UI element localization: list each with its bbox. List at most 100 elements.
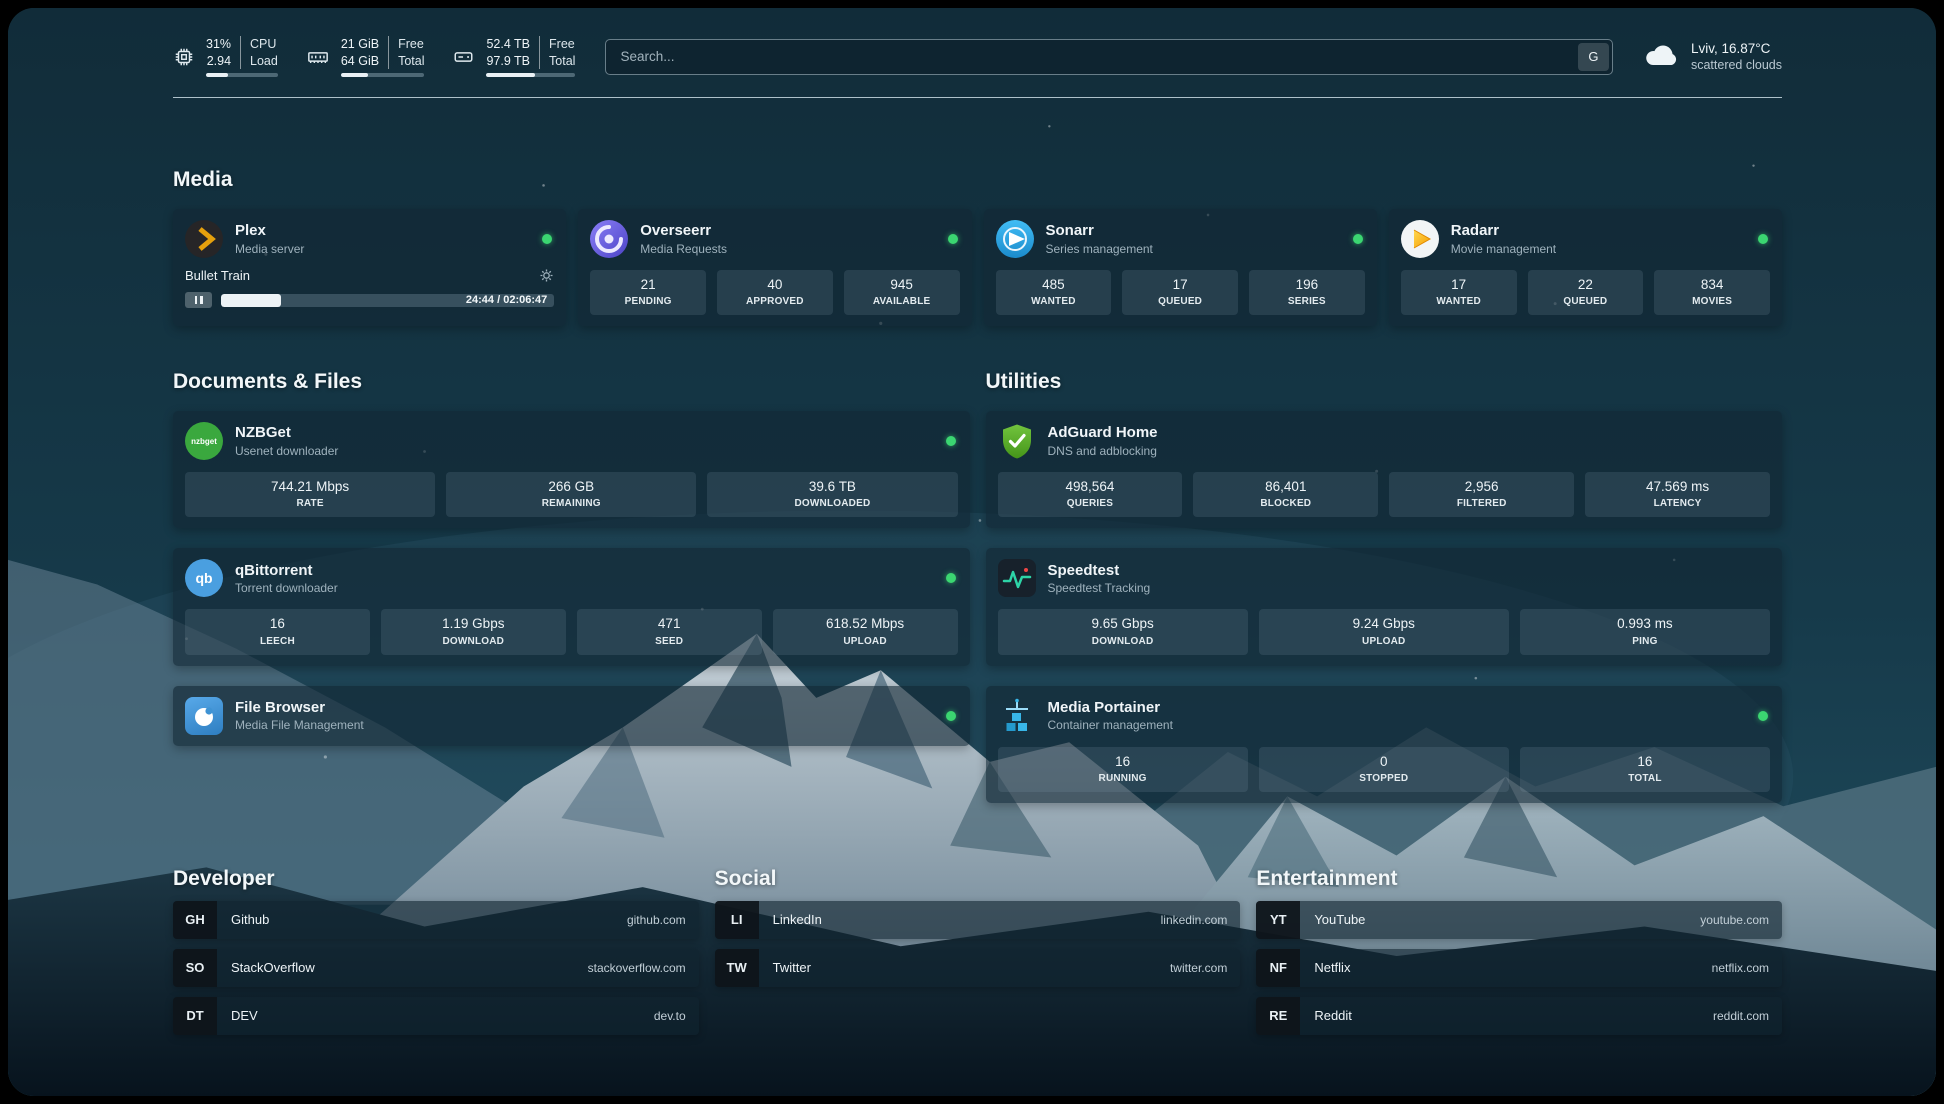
status-dot xyxy=(946,436,956,446)
bookmark-reddit[interactable]: RE Reddit reddit.com xyxy=(1256,997,1782,1035)
cpu-label-top: CPU xyxy=(240,36,278,53)
stat-ping: 0.993 ms PING xyxy=(1520,609,1770,654)
weather-widget: Lviv, 16.87°C scattered clouds xyxy=(1643,41,1782,72)
bookmark-dev[interactable]: DT DEV dev.to xyxy=(173,997,699,1035)
social-group: Social LI LinkedIn linkedin.com TW Twitt… xyxy=(715,867,1241,1035)
app-subtitle: Speedtest Tracking xyxy=(1048,581,1771,595)
media-section-title: Media xyxy=(173,168,1782,192)
portainer-icon xyxy=(998,697,1036,735)
overseerr-card[interactable]: Overseerr Media Requests 21 PENDING 40 A… xyxy=(578,209,971,326)
app-subtitle: Series management xyxy=(1046,242,1341,256)
reddit-icon: RE xyxy=(1256,997,1300,1035)
playback-progress-bar[interactable]: 24:44 / 02:06:47 xyxy=(221,294,554,307)
memory-total-value: 64 GiB xyxy=(341,53,388,70)
speedtest-card[interactable]: Speedtest Speedtest Tracking 9.65 Gbps D… xyxy=(986,548,1783,665)
pause-button[interactable] xyxy=(185,292,212,308)
utilities-section-title: Utilities xyxy=(986,370,1783,394)
stat-wanted: 17 WANTED xyxy=(1401,270,1517,315)
cloud-icon xyxy=(1643,41,1679,72)
stat-available: 945 AVAILABLE xyxy=(844,270,960,315)
nzbget-card[interactable]: nzbget NZBGet Usenet downloader 744.21 M… xyxy=(173,411,970,528)
search-input[interactable] xyxy=(605,39,1613,75)
memory-readout: 21 GiB Free 64 GiB Total xyxy=(341,36,425,77)
status-dot xyxy=(1758,711,1768,721)
app-subtitle: Media Requests xyxy=(640,242,935,256)
bookmark-github[interactable]: GH Github github.com xyxy=(173,901,699,939)
stackoverflow-icon: SO xyxy=(173,949,217,987)
filebrowser-card[interactable]: File Browser Media File Management xyxy=(173,686,970,746)
bookmark-url: reddit.com xyxy=(1713,1009,1769,1023)
overseerr-icon xyxy=(590,220,628,258)
app-subtitle: Container management xyxy=(1048,718,1747,732)
plex-card[interactable]: Plex Media server Bullet Train xyxy=(173,209,566,326)
storage-free-value: 52.4 TB xyxy=(486,36,539,53)
storage-total-value: 97.9 TB xyxy=(486,53,539,70)
adguard-icon xyxy=(998,422,1036,460)
cpu-metric: 31% CPU 2.94 Load xyxy=(173,36,278,77)
developer-section-title: Developer xyxy=(173,867,699,891)
stat-movies: 834 MOVIES xyxy=(1654,270,1770,315)
sonarr-card[interactable]: Sonarr Series management 485 WANTED 17 Q… xyxy=(984,209,1377,326)
app-title: Media Portainer xyxy=(1048,699,1747,718)
bookmark-url: stackoverflow.com xyxy=(588,961,686,975)
app-title: File Browser xyxy=(235,699,934,718)
cpu-label-bottom: Load xyxy=(240,53,278,70)
app-title: Radarr xyxy=(1451,222,1746,241)
cpu-readout: 31% CPU 2.94 Load xyxy=(206,36,278,77)
stat-upload: 618.52 Mbps UPLOAD xyxy=(773,609,958,654)
bookmark-stackoverflow[interactable]: SO StackOverflow stackoverflow.com xyxy=(173,949,699,987)
adguard-card[interactable]: AdGuard Home DNS and adblocking 498,564 … xyxy=(986,411,1783,528)
memory-label-top: Free xyxy=(388,36,424,53)
search-bar: G xyxy=(605,39,1613,75)
bookmark-youtube[interactable]: YT YouTube youtube.com xyxy=(1256,901,1782,939)
app-title: Plex xyxy=(235,222,530,241)
bookmark-name: Github xyxy=(231,912,627,927)
stat-rate: 744.21 Mbps RATE xyxy=(185,472,435,517)
bookmark-url: netflix.com xyxy=(1712,961,1769,975)
bookmark-linkedin[interactable]: LI LinkedIn linkedin.com xyxy=(715,901,1241,939)
bookmark-url: linkedin.com xyxy=(1161,913,1228,927)
status-dot xyxy=(946,573,956,583)
storage-label-top: Free xyxy=(539,36,575,53)
youtube-icon: YT xyxy=(1256,901,1300,939)
stat-stopped: 0 STOPPED xyxy=(1259,747,1509,792)
bookmark-name: YouTube xyxy=(1314,912,1700,927)
stat-wanted: 485 WANTED xyxy=(996,270,1112,315)
app-title: AdGuard Home xyxy=(1048,424,1771,443)
bookmark-name: Netflix xyxy=(1314,960,1711,975)
qbittorrent-card[interactable]: qb qBittorrent Torrent downloader 16 LEE… xyxy=(173,548,970,665)
stat-latency: 47.569 ms LATENCY xyxy=(1585,472,1770,517)
weather-text: Lviv, 16.87°C scattered clouds xyxy=(1691,41,1782,72)
bookmark-url: twitter.com xyxy=(1170,961,1227,975)
github-icon: GH xyxy=(173,901,217,939)
weather-condition: scattered clouds xyxy=(1691,58,1782,72)
playback-time: 24:44 / 02:06:47 xyxy=(466,294,547,307)
app-title: qBittorrent xyxy=(235,562,934,581)
memory-metric: 21 GiB Free 64 GiB Total xyxy=(306,36,425,77)
search-engine-button[interactable]: G xyxy=(1578,43,1609,71)
documents-column: Documents & Files nzbget NZBGet Usenet d… xyxy=(173,370,970,803)
app-subtitle: Movie management xyxy=(1451,242,1746,256)
stat-download: 9.65 Gbps DOWNLOAD xyxy=(998,609,1248,654)
bookmark-name: LinkedIn xyxy=(773,912,1161,927)
radarr-card[interactable]: Radarr Movie management 17 WANTED 22 QUE… xyxy=(1389,209,1782,326)
stat-seed: 471 SEED xyxy=(577,609,762,654)
dashboard-content: 31% CPU 2.94 Load xyxy=(8,8,1936,1096)
bookmark-netflix[interactable]: NF Netflix netflix.com xyxy=(1256,949,1782,987)
system-metrics: 31% CPU 2.94 Load xyxy=(173,36,575,77)
memory-free-value: 21 GiB xyxy=(341,36,388,53)
utilities-column: Utilities xyxy=(986,370,1783,803)
nzbget-icon: nzbget xyxy=(185,422,223,460)
settings-gear-icon[interactable] xyxy=(539,268,554,283)
media-grid: Plex Media server Bullet Train xyxy=(173,209,1782,326)
memory-label-bottom: Total xyxy=(388,53,424,70)
memory-progress-bar xyxy=(341,73,425,77)
radarr-icon xyxy=(1401,220,1439,258)
stat-upload: 9.24 Gbps UPLOAD xyxy=(1259,609,1509,654)
app-subtitle: Media File Management xyxy=(235,718,934,732)
app-subtitle: Media server xyxy=(235,242,530,256)
bookmark-twitter[interactable]: TW Twitter twitter.com xyxy=(715,949,1241,987)
cpu-icon xyxy=(173,46,195,68)
stat-remaining: 266 GB REMAINING xyxy=(446,472,696,517)
portainer-card[interactable]: Media Portainer Container management 16 … xyxy=(986,686,1783,803)
